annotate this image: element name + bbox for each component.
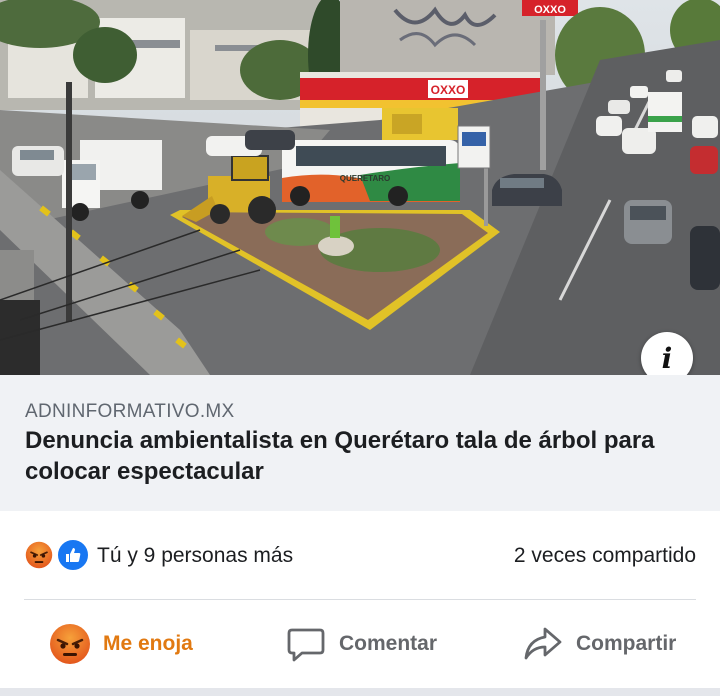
share-button[interactable]: Compartir [523,600,676,688]
share-count[interactable]: 2 veces compartido [514,544,696,568]
link-preview[interactable]: ADNINFORMATIVO.MX Denuncia ambientalista… [0,375,720,511]
reactors-text[interactable]: Tú y 9 personas más [97,544,293,568]
comment-button-label: Comentar [339,632,438,655]
store-sign-text: OXXO [431,83,466,97]
post-image[interactable]: OXXO OXXO QUERETARO i [0,0,720,375]
angry-reaction-icon [22,538,56,572]
bus-side-text: QUERETARO [340,174,391,183]
street-scene-illustration: OXXO OXXO QUERETARO [0,0,720,375]
share-button-label: Compartir [576,632,677,655]
react-button-label: Me enoja [103,632,193,655]
like-reaction-icon [56,538,90,572]
link-domain: ADNINFORMATIVO.MX [25,401,235,422]
angry-reaction-icon [50,624,90,664]
react-button[interactable]: Me enoja [48,600,193,688]
bottom-separator [0,688,720,696]
link-title: Denuncia ambientalista en Querétaro tala… [25,427,655,485]
comment-button[interactable]: Comentar [286,600,437,688]
action-bar: Me enoja Comentar Compartir [0,600,720,688]
comment-icon [287,628,325,662]
reactions-summary: Tú y 9 personas más 2 veces compartido [0,511,720,599]
reaction-icons[interactable] [22,538,90,572]
rooftop-sign-text: OXXO [534,4,566,16]
info-icon[interactable]: i [641,332,693,375]
share-icon [524,627,562,660]
